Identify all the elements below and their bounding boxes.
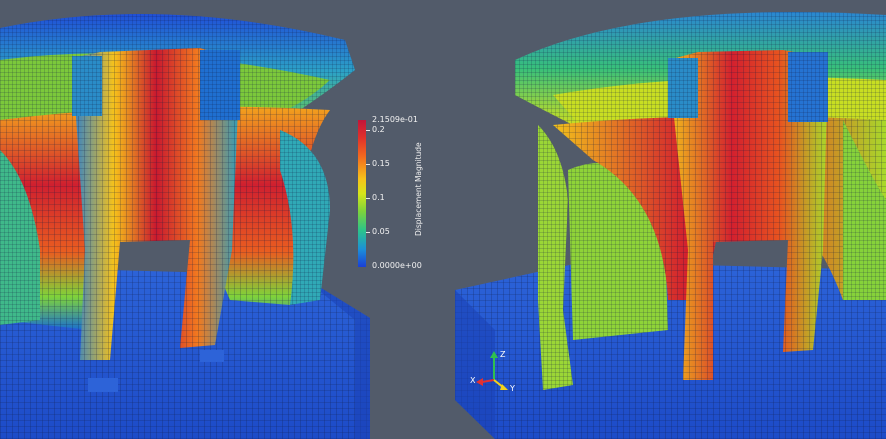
axis-z-label: Z: [500, 350, 506, 359]
axis-x-label: X: [470, 376, 476, 385]
legend-tick-label: 0.2: [372, 125, 385, 134]
legend-tick: [366, 198, 370, 199]
legend-tick: [366, 130, 370, 131]
legend-tick: [366, 232, 370, 233]
legend-tick-label: 0.15: [372, 159, 390, 168]
legend-max-label: 2.1509e-01: [372, 115, 418, 124]
orientation-axes: Z X Y: [470, 348, 520, 394]
legend-tick-label: 0.05: [372, 227, 390, 236]
legend-title-wrap: Displacement Magnitude: [414, 142, 424, 346]
legend-tick-label: 0.1: [372, 193, 385, 202]
legend-title: Displacement Magnitude: [414, 142, 423, 236]
legend-tick: [366, 164, 370, 165]
axis-y-label: Y: [510, 384, 515, 393]
color-scale-bar: [358, 120, 366, 267]
color-legend: 2.1509e-01 0.2 0.15 0.1 0.05 0.0000e+00: [358, 116, 436, 270]
